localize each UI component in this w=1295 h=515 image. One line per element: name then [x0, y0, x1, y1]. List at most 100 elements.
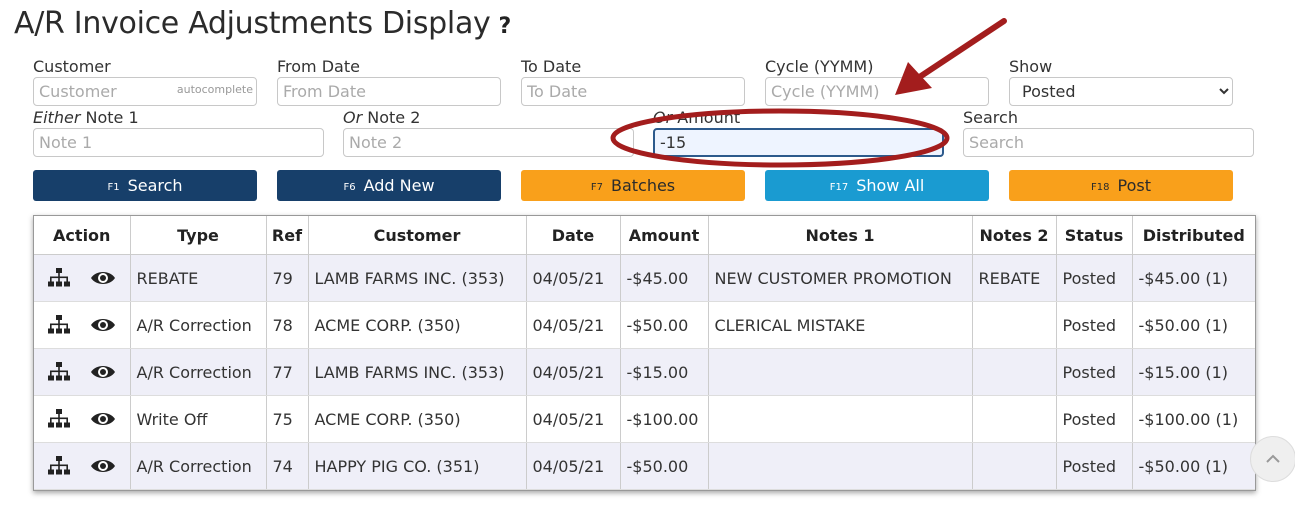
table-row[interactable]: Write Off 75 ACME CORP. (350) 04/05/21 -$100…	[34, 395, 1255, 443]
table-row[interactable]: A/R Correction 77 LAMB FARMS INC. (353) 04/…	[34, 348, 1255, 396]
table-row[interactable]: A/R Correction 78 ACME CORP. (350) 04/05/21…	[34, 301, 1255, 349]
action-cell	[34, 442, 131, 490]
show-select[interactable]: Posted	[1009, 77, 1233, 106]
cell-type: A/R Correction	[130, 348, 267, 396]
batches-button[interactable]: F7 Batches	[521, 170, 745, 201]
cell-amount: -$100.00	[620, 395, 709, 443]
eye-icon[interactable]	[90, 457, 116, 475]
to-date-field: To Date	[521, 57, 745, 106]
cycle-label: Cycle (YYMM)	[765, 57, 874, 76]
cell-notes1	[708, 395, 973, 443]
from-date-label: From Date	[277, 57, 360, 76]
cell-notes2: REBATE	[972, 254, 1057, 302]
to-date-label: To Date	[521, 57, 582, 76]
cell-ref: 77	[266, 348, 309, 396]
customer-label: Customer	[33, 57, 111, 76]
action-cell	[34, 395, 131, 443]
cell-amount: -$45.00	[620, 254, 709, 302]
search-field: Search	[963, 108, 1254, 157]
eye-icon[interactable]	[90, 410, 116, 428]
from-date-field: From Date	[277, 57, 501, 106]
cell-date: 04/05/21	[526, 442, 621, 490]
cell-ref: 79	[266, 254, 309, 302]
action-cell	[34, 301, 131, 349]
search-button[interactable]: F1 Search	[33, 170, 257, 201]
amount-input[interactable]	[653, 128, 944, 157]
to-date-input[interactable]	[521, 77, 745, 106]
header-notes2[interactable]: Notes 2	[972, 216, 1057, 255]
cell-status: Posted	[1056, 395, 1133, 443]
header-amount[interactable]: Amount	[620, 216, 709, 255]
sitemap-icon[interactable]	[47, 409, 70, 429]
cell-distributed: -$100.00 (1)	[1132, 395, 1255, 443]
cell-status: Posted	[1056, 442, 1133, 490]
cell-notes1: CLERICAL MISTAKE	[708, 301, 973, 349]
cell-distributed: -$50.00 (1)	[1132, 442, 1255, 490]
cell-customer: ACME CORP. (350)	[308, 301, 527, 349]
cell-amount: -$50.00	[620, 442, 709, 490]
cell-type: REBATE	[130, 254, 267, 302]
from-date-input[interactable]	[277, 77, 501, 106]
chevron-up-icon	[1266, 454, 1280, 463]
adjustments-table: Action Type Ref Customer Date Amount Not…	[33, 215, 1256, 491]
cell-notes2	[972, 442, 1057, 490]
note1-input[interactable]	[33, 128, 324, 157]
header-status[interactable]: Status	[1056, 216, 1133, 255]
search-label: Search	[963, 108, 1018, 127]
add-new-button[interactable]: F6 Add New	[277, 170, 501, 201]
cell-amount: -$50.00	[620, 301, 709, 349]
cell-ref: 75	[266, 395, 309, 443]
sitemap-icon[interactable]	[47, 362, 70, 382]
cell-ref: 74	[266, 442, 309, 490]
help-icon[interactable]: ?	[499, 14, 512, 39]
header-customer[interactable]: Customer	[308, 216, 527, 255]
cycle-field: Cycle (YYMM)	[765, 57, 989, 106]
cell-type: A/R Correction	[130, 301, 267, 349]
eye-icon[interactable]	[90, 269, 116, 287]
header-distributed[interactable]: Distributed	[1132, 216, 1255, 255]
cycle-input[interactable]	[765, 77, 989, 106]
note2-input[interactable]	[343, 128, 634, 157]
sitemap-icon[interactable]	[47, 456, 70, 476]
cell-customer: LAMB FARMS INC. (353)	[308, 254, 527, 302]
table-row[interactable]: A/R Correction 74 HAPPY PIG CO. (351) 04/05…	[34, 442, 1255, 490]
header-ref[interactable]: Ref	[266, 216, 309, 255]
cell-date: 04/05/21	[526, 395, 621, 443]
eye-icon[interactable]	[90, 363, 116, 381]
cell-notes1: NEW CUSTOMER PROMOTION	[708, 254, 973, 302]
post-button[interactable]: F18 Post	[1009, 170, 1233, 201]
amount-field: Or Amount	[653, 108, 944, 157]
cell-status: Posted	[1056, 254, 1133, 302]
cell-type: Write Off	[130, 395, 267, 443]
sitemap-icon[interactable]	[47, 315, 70, 335]
header-notes1[interactable]: Notes 1	[708, 216, 973, 255]
cell-date: 04/05/21	[526, 301, 621, 349]
cell-distributed: -$45.00 (1)	[1132, 254, 1255, 302]
table-row[interactable]: REBATE 79 LAMB FARMS INC. (353) 04/05/21 -$4…	[34, 254, 1255, 302]
search-input[interactable]	[963, 128, 1254, 157]
cell-amount: -$15.00	[620, 348, 709, 396]
header-date[interactable]: Date	[526, 216, 621, 255]
note1-label: Either Note 1	[33, 108, 139, 127]
amount-label: Or Amount	[653, 108, 741, 127]
cell-notes1	[708, 442, 973, 490]
page-title: A/R Invoice Adjustments Display?	[14, 6, 511, 41]
table-header-row: Action Type Ref Customer Date Amount Not…	[34, 216, 1255, 255]
header-type[interactable]: Type	[130, 216, 267, 255]
note1-field: Either Note 1	[33, 108, 324, 157]
cell-customer: HAPPY PIG CO. (351)	[308, 442, 527, 490]
cell-status: Posted	[1056, 348, 1133, 396]
sitemap-icon[interactable]	[47, 268, 70, 288]
header-action[interactable]: Action	[34, 216, 131, 255]
cell-notes2	[972, 395, 1057, 443]
cell-customer: ACME CORP. (350)	[308, 395, 527, 443]
action-cell	[34, 348, 131, 396]
eye-icon[interactable]	[90, 316, 116, 334]
note2-label: Or Note 2	[343, 108, 421, 127]
cell-notes2	[972, 348, 1057, 396]
cell-date: 04/05/21	[526, 348, 621, 396]
show-field: Show Posted	[1009, 57, 1233, 106]
show-all-button[interactable]: F17 Show All	[765, 170, 989, 201]
cell-ref: 78	[266, 301, 309, 349]
scroll-top-button[interactable]	[1250, 436, 1295, 482]
